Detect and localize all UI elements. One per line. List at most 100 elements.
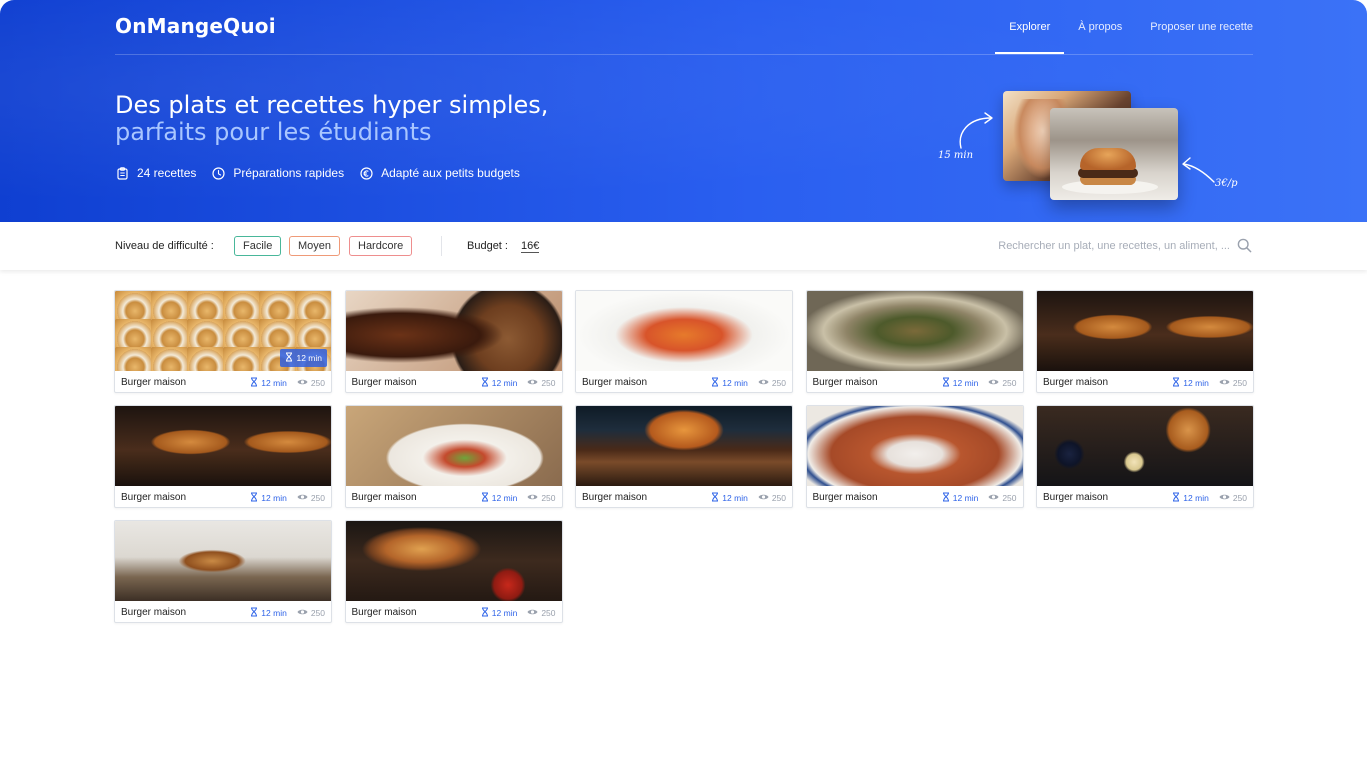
- recipe-card[interactable]: Burger maison 12 min 250: [805, 290, 1024, 393]
- recipe-image: [806, 291, 1023, 371]
- eye-icon: [527, 378, 538, 388]
- euro-icon: [360, 166, 373, 180]
- recipe-time: 12 min: [1183, 378, 1209, 388]
- recipe-card[interactable]: Burger maison 12 min 250: [1036, 405, 1254, 508]
- budget-label: Budget :: [467, 240, 508, 252]
- recipe-card[interactable]: 12 min Burger maison 12 min 250: [114, 290, 332, 393]
- eye-icon: [297, 608, 308, 618]
- recipe-title: Burger maison: [351, 377, 417, 388]
- recipe-card[interactable]: Burger maison 12 min 250: [114, 520, 332, 623]
- recipe-card[interactable]: Burger maison 12 min 250: [575, 405, 793, 508]
- eye-icon: [297, 493, 308, 503]
- difficulty-chip-easy[interactable]: Facile: [234, 236, 282, 256]
- recipe-meta: 12 min 250: [481, 492, 556, 504]
- hourglass-icon: [250, 377, 258, 389]
- eye-icon: [758, 493, 769, 503]
- eye-icon: [1219, 378, 1230, 388]
- hero-time-annotation: 15 min: [938, 150, 974, 161]
- recipe-card[interactable]: Burger maison 12 min 250: [1036, 290, 1254, 393]
- eye-icon: [758, 378, 769, 388]
- recipe-grid: 12 min Burger maison 12 min 250 Burger m…: [114, 290, 1254, 623]
- hourglass-icon: [942, 492, 950, 504]
- feature-recipes-count: 24 recettes: [116, 166, 196, 180]
- logo[interactable]: OnMangeQuoi: [115, 14, 276, 38]
- hourglass-icon: [250, 492, 258, 504]
- recipe-views: 250: [1002, 378, 1017, 388]
- recipe-title: Burger maison: [1043, 377, 1109, 388]
- nav-divider: [115, 54, 1253, 55]
- recipe-title: Burger maison: [121, 377, 187, 388]
- hourglass-icon: [711, 377, 719, 389]
- recipe-title: Burger maison: [812, 377, 878, 388]
- difficulty-chip-medium[interactable]: Moyen: [289, 236, 341, 256]
- recipe-meta: 12 min 250: [481, 377, 556, 389]
- recipe-time: 12 min: [952, 493, 979, 503]
- recipe-card[interactable]: Burger maison 12 min 250: [344, 290, 563, 393]
- nav-item-about[interactable]: À propos: [1064, 20, 1136, 54]
- feature-label: 24 recettes: [137, 166, 197, 180]
- eye-icon: [1219, 493, 1230, 503]
- recipe-views: 250: [310, 608, 325, 618]
- recipe-time: 12 min: [261, 378, 287, 388]
- nav-item-propose-recipe[interactable]: Proposer une recette: [1136, 20, 1253, 54]
- recipe-card[interactable]: Burger maison 12 min 250: [344, 520, 563, 623]
- hourglass-icon: [250, 607, 258, 619]
- filter-divider: [441, 236, 442, 256]
- recipe-views: 250: [541, 493, 556, 503]
- difficulty-chip-hardcore[interactable]: Hardcore: [349, 236, 413, 256]
- eye-icon: [297, 378, 308, 388]
- hero-photo-burger: [1050, 108, 1178, 200]
- recipe-meta: 12 min 250: [481, 607, 556, 619]
- recipe-title: Burger maison: [351, 492, 417, 503]
- recipe-title: Burger maison: [121, 492, 187, 503]
- recipe-meta: 12 min 250: [942, 377, 1017, 389]
- recipe-title: Burger maison: [1043, 492, 1109, 503]
- nav-item-explorer[interactable]: Explorer: [995, 20, 1065, 54]
- recipe-meta: 12 min 250: [250, 377, 325, 389]
- search-icon[interactable]: [1237, 238, 1252, 258]
- recipe-image: [115, 406, 331, 486]
- feature-small-budget: Adapté aux petits budgets: [360, 166, 520, 180]
- hero-price-annotation: 3€/p: [1215, 178, 1238, 189]
- eye-icon: [988, 378, 999, 388]
- hourglass-icon: [711, 492, 719, 504]
- hero-features: 24 recettes Préparations rapides Adapté …: [116, 166, 520, 180]
- recipe-meta: 12 min 250: [250, 607, 325, 619]
- recipe-card[interactable]: Burger maison 12 min 250: [805, 405, 1024, 508]
- recipe-time: 12 min: [722, 493, 748, 503]
- recipe-image: [576, 291, 792, 371]
- recipe-meta: 12 min 250: [942, 492, 1017, 504]
- hero-banner: OnMangeQuoi Explorer À propos Proposer u…: [0, 0, 1367, 222]
- recipe-views: 250: [541, 378, 556, 388]
- recipe-views: 250: [771, 378, 786, 388]
- recipe-views: 250: [1232, 493, 1247, 503]
- budget-value[interactable]: 16€: [521, 240, 540, 253]
- recipe-image: [345, 291, 562, 371]
- recipe-time: 12 min: [1183, 493, 1209, 503]
- hourglass-icon: [285, 352, 293, 364]
- recipe-card[interactable]: Burger maison 12 min 250: [344, 405, 563, 508]
- hourglass-icon: [481, 492, 489, 504]
- recipe-image: 12 min: [115, 291, 331, 371]
- recipe-time: 12 min: [952, 378, 979, 388]
- curved-arrow-icon: [1182, 157, 1215, 183]
- search-input[interactable]: [930, 236, 1230, 256]
- difficulty-label: Niveau de difficulté :: [115, 240, 214, 252]
- time-badge: 12 min: [280, 349, 327, 367]
- hero-title: Des plats et recettes hyper simples, par…: [115, 92, 548, 146]
- time-badge-label: 12 min: [296, 353, 322, 363]
- recipe-time: 12 min: [491, 493, 518, 503]
- hourglass-icon: [1172, 492, 1180, 504]
- eye-icon: [527, 608, 538, 618]
- recipe-image: [806, 406, 1023, 486]
- hourglass-icon: [481, 377, 489, 389]
- recipe-meta: 12 min 250: [1172, 492, 1247, 504]
- recipe-card[interactable]: Burger maison 12 min 250: [114, 405, 332, 508]
- recipe-card[interactable]: Burger maison 12 min 250: [575, 290, 793, 393]
- recipe-image: [1037, 406, 1253, 486]
- clipboard-icon: [116, 166, 129, 180]
- hourglass-icon: [942, 377, 950, 389]
- feature-label: Préparations rapides: [233, 166, 345, 180]
- recipe-views: 250: [541, 608, 556, 618]
- recipe-meta: 12 min 250: [250, 492, 325, 504]
